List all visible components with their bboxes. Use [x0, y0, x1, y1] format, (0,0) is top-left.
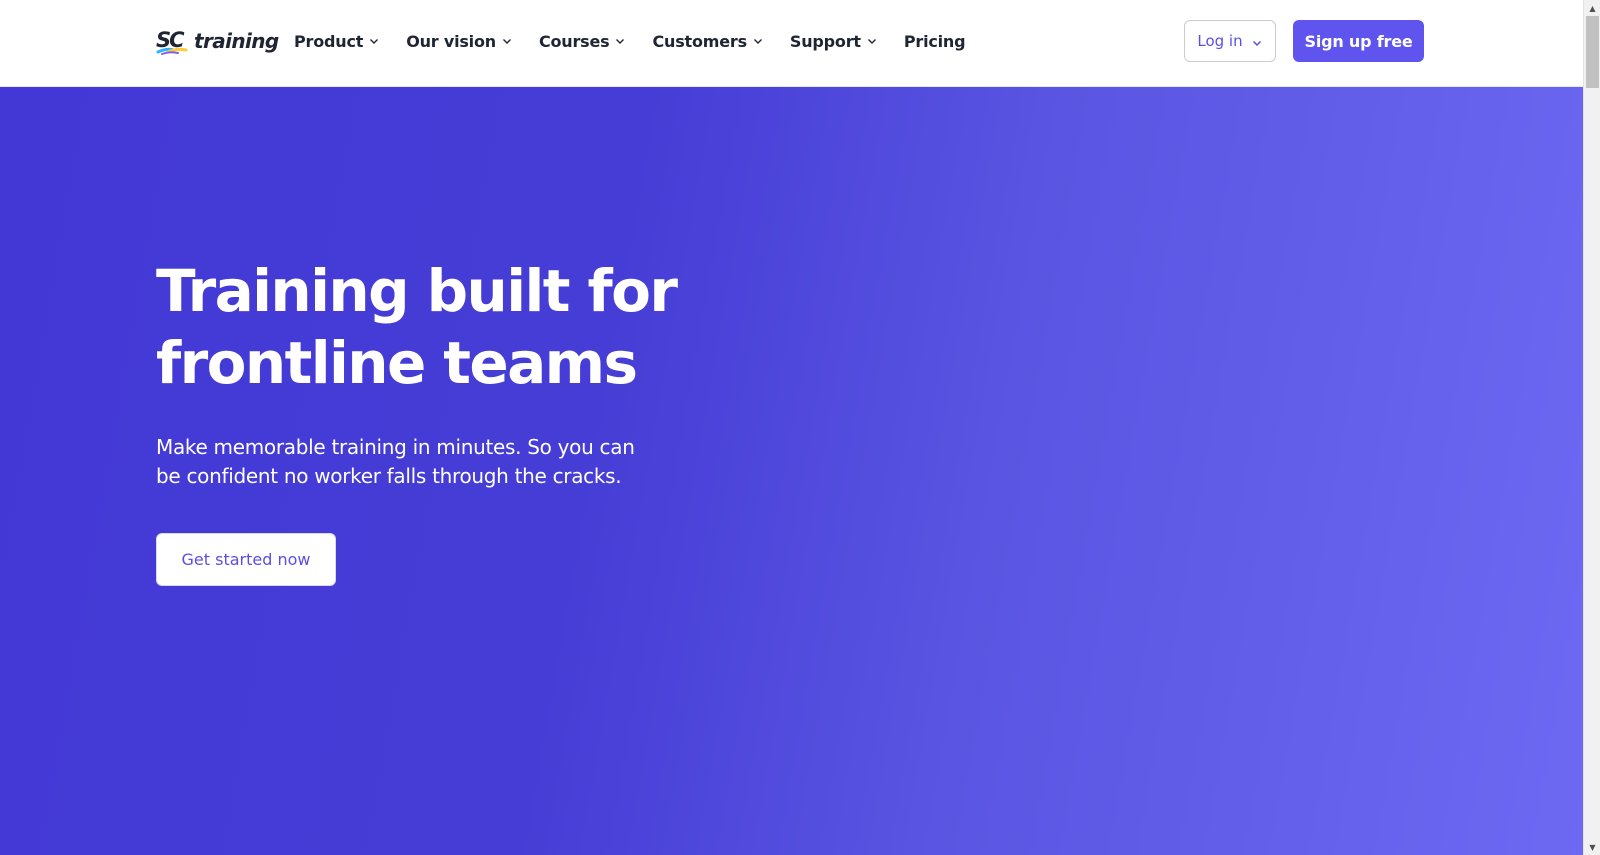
nav-item-label: Pricing [903, 31, 966, 51]
chevron-down-icon [501, 35, 513, 47]
chevron-down-icon [368, 35, 380, 47]
get-started-button[interactable]: Get started now [156, 533, 336, 586]
nav-item-support[interactable]: Support [790, 32, 878, 51]
nav-item-label: Courses [538, 31, 610, 51]
nav-item-customers[interactable]: Customers [652, 32, 763, 51]
arrow-down-icon[interactable]: ▼ [1584, 839, 1600, 855]
scrollbar-thumb[interactable] [1586, 16, 1599, 88]
nav-item-label: Product [294, 31, 364, 51]
login-button[interactable]: Log in [1184, 20, 1276, 62]
chevron-down-icon [752, 35, 764, 47]
sc-training-logo[interactable]: SC training [156, 26, 279, 56]
sign-up-free-button[interactable]: Sign up free [1293, 20, 1424, 62]
hero-subtitle: Make memorable training in minutes. So y… [156, 435, 635, 488]
hero-title: Training built for frontline teams [156, 257, 678, 397]
nav-item-courses[interactable]: Courses [539, 32, 627, 51]
vertical-scrollbar[interactable]: ▲ ▼ [1583, 0, 1600, 855]
page: SC training Product Our vision Courses C… [0, 0, 1583, 855]
logo-wordmark: training [194, 29, 279, 53]
chevron-down-icon [614, 35, 626, 47]
nav-item-label: Customers [652, 31, 747, 51]
site-header: SC training Product Our vision Courses C… [0, 0, 1583, 87]
main-nav: Product Our vision Courses Customers Sup… [294, 28, 991, 54]
nav-item-pricing[interactable]: Pricing [904, 32, 966, 51]
sc-logo-mark: SC [156, 26, 192, 56]
login-button-label: Log in [1197, 32, 1243, 50]
arrow-up-icon[interactable]: ▲ [1584, 0, 1600, 16]
chevron-down-icon [1251, 35, 1263, 47]
nav-item-our-vision[interactable]: Our vision [406, 32, 513, 51]
chevron-down-icon [866, 35, 878, 47]
nav-item-product[interactable]: Product [294, 32, 380, 51]
hero-section: Training built for frontline teams Make … [0, 87, 1583, 855]
nav-item-label: Support [789, 31, 861, 51]
nav-item-label: Our vision [406, 31, 496, 51]
